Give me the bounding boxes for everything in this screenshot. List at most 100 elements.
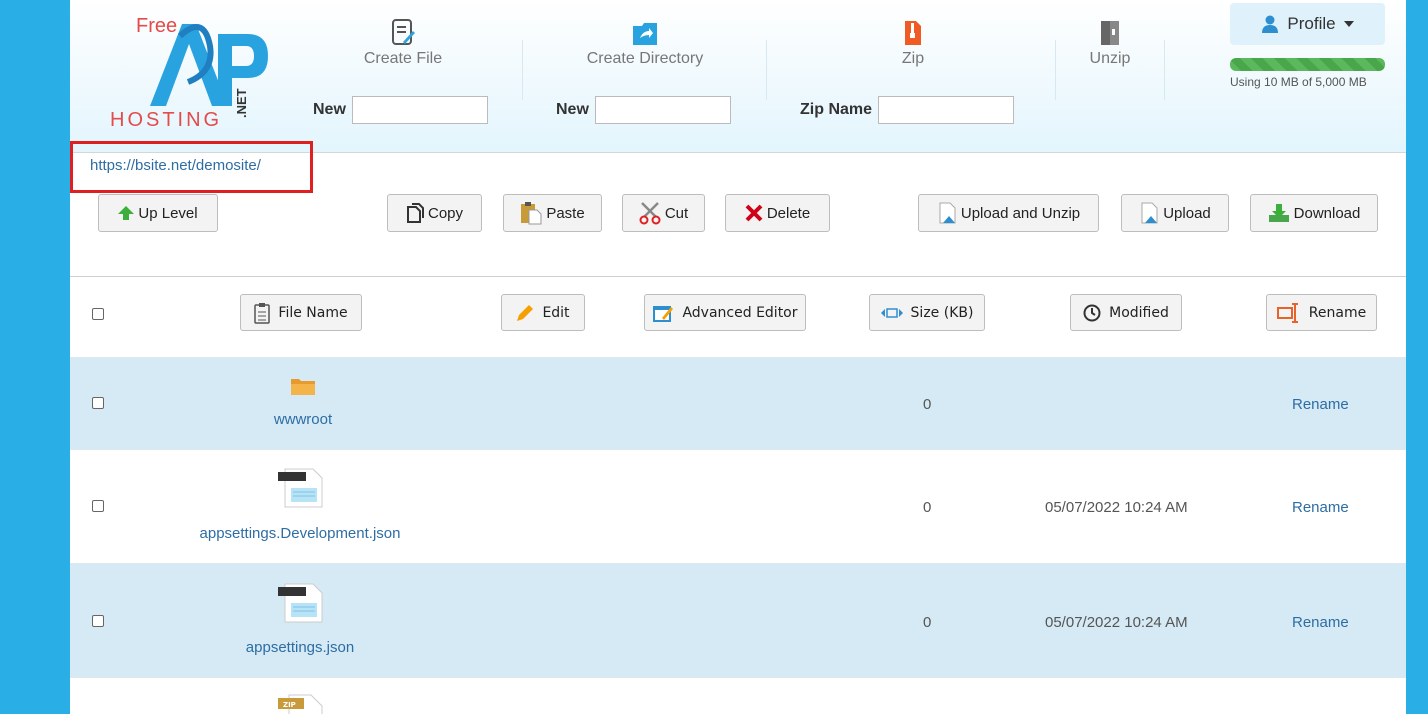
editor-icon [653, 305, 674, 322]
create-file-tool[interactable]: Create File [358, 18, 448, 68]
new-file-label: New [313, 101, 346, 118]
modified-column-button[interactable]: Modified [1070, 294, 1182, 331]
new-file-row: New [313, 96, 488, 124]
file-name-column-button[interactable]: File Name [240, 294, 362, 331]
copy-button[interactable]: Copy [387, 194, 482, 232]
up-level-button[interactable]: Up Level [98, 194, 218, 232]
copy-icon [406, 203, 424, 223]
upload-and-unzip-button[interactable]: Upload and Unzip [918, 194, 1099, 232]
highlight-box [70, 141, 313, 193]
zip-label: Zip [901, 50, 925, 67]
download-button[interactable]: Download [1250, 194, 1378, 232]
file-manager-panel: Free HOSTING .NET Create File Create Dir… [70, 0, 1406, 714]
top-toolbar: Free HOSTING .NET Create File Create Dir… [70, 0, 1406, 153]
advanced-editor-column-button[interactable]: Advanced Editor [644, 294, 806, 331]
unzip-icon [1101, 21, 1119, 45]
rename-link[interactable]: Rename [1292, 614, 1349, 631]
create-file-icon [392, 19, 415, 45]
upload-file-icon [939, 202, 956, 224]
row-checkbox[interactable] [92, 615, 104, 627]
scissors-icon [639, 202, 661, 225]
zip-tool[interactable]: Zip [888, 18, 938, 68]
folder-icon [291, 379, 315, 395]
new-file-input[interactable] [351, 96, 488, 124]
file-name-column-label: File Name [278, 304, 348, 321]
upload-label: Upload [1163, 204, 1211, 222]
file-name-link[interactable]: appsettings.Development.json [150, 525, 450, 542]
paste-label: Paste [546, 204, 585, 222]
resize-icon [880, 307, 903, 318]
delete-label: Delete [766, 204, 811, 222]
cut-label: Cut [664, 204, 689, 222]
rename-link[interactable]: Rename [1292, 499, 1349, 516]
rename-column-label: Rename [1308, 304, 1367, 321]
zip-file-icon: ZIP [278, 694, 323, 714]
caret-down-icon [1343, 21, 1354, 27]
paste-button[interactable]: Paste [503, 194, 602, 232]
profile-button[interactable]: Profile [1230, 3, 1385, 45]
zip-icon [905, 21, 921, 45]
paste-icon [521, 202, 542, 225]
quota-text: Using 10 MB of 5,000 MB [1230, 75, 1367, 89]
copy-label: Copy [427, 204, 464, 222]
row-checkbox[interactable] [92, 500, 104, 512]
upload-button[interactable]: Upload [1121, 194, 1229, 232]
divider [1055, 40, 1056, 100]
create-directory-label: Create Directory [586, 50, 704, 67]
file-size: 0 [923, 499, 932, 516]
file-modified: 05/07/2022 10:24 AM [1045, 614, 1188, 631]
json-file-icon [278, 583, 323, 623]
new-directory-input[interactable] [594, 96, 731, 124]
zip-name-label: Zip Name [800, 101, 873, 118]
size-column-label: Size (KB) [910, 304, 974, 321]
json-file-icon [278, 468, 323, 508]
download-icon [1268, 204, 1289, 222]
divider [766, 40, 767, 100]
row-checkbox[interactable] [92, 397, 104, 409]
create-file-label: Create File [363, 50, 443, 67]
zip-name-input[interactable] [878, 96, 1015, 124]
select-all-checkbox[interactable] [92, 308, 104, 320]
unzip-tool[interactable]: Unzip [1080, 18, 1140, 68]
freeasphosting-logo: Free HOSTING .NET [110, 15, 268, 130]
upload-and-unzip-label: Upload and Unzip [960, 204, 1081, 222]
cut-button[interactable]: Cut [622, 194, 705, 232]
folder-plus-icon [633, 23, 657, 45]
create-directory-tool[interactable]: Create Directory [575, 18, 715, 68]
new-directory-label: New [556, 101, 589, 118]
file-modified: 05/07/2022 10:24 AM [1045, 499, 1188, 516]
file-size: 0 [923, 614, 932, 631]
svg-text:.NET: .NET [234, 88, 249, 118]
table-row: appsettings.json 0 05/07/2022 10:24 AM R… [70, 563, 1406, 677]
delete-button[interactable]: Delete [725, 194, 830, 232]
divider [70, 276, 1406, 277]
rename-link[interactable]: Rename [1292, 396, 1349, 413]
table-row: appsettings.Development.json 0 05/07/202… [70, 449, 1406, 563]
quota-progress-bar [1230, 58, 1385, 71]
file-name-link[interactable]: appsettings.json [200, 639, 400, 656]
delete-x-icon [745, 204, 763, 222]
svg-text:ZIP: ZIP [283, 701, 296, 709]
divider [1164, 40, 1165, 100]
edit-column-label: Edit [542, 304, 570, 321]
clock-icon [1083, 304, 1101, 321]
user-icon [1262, 15, 1279, 33]
divider [522, 40, 523, 100]
edit-column-button[interactable]: Edit [501, 294, 585, 331]
up-level-label: Up Level [138, 204, 198, 222]
rename-column-button[interactable]: Rename [1266, 294, 1377, 331]
arrow-up-icon [118, 206, 135, 220]
new-directory-row: New [556, 96, 731, 124]
file-size: 0 [923, 396, 932, 413]
download-label: Download [1293, 204, 1361, 222]
advanced-editor-column-label: Advanced Editor [682, 304, 798, 321]
rename-icon [1276, 302, 1298, 323]
svg-text:Free: Free [136, 15, 177, 37]
file-name-link[interactable]: wwwroot [203, 411, 403, 428]
clipboard-icon [254, 302, 271, 324]
unzip-label: Unzip [1089, 50, 1131, 67]
zip-name-row: Zip Name [800, 96, 1015, 124]
table-row: wwwroot 0 Rename [70, 357, 1406, 449]
size-column-button[interactable]: Size (KB) [869, 294, 985, 331]
table-row: ZIP [70, 677, 1406, 714]
